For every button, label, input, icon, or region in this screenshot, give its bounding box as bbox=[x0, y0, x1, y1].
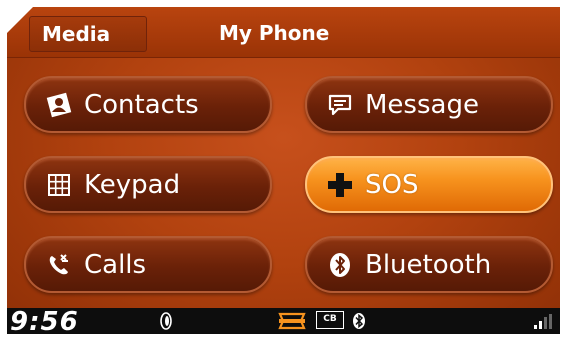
status-bar: 9:56 CB bbox=[7, 307, 560, 334]
contacts-icon bbox=[44, 90, 74, 120]
top-bar: Media My Phone bbox=[7, 7, 560, 58]
phone-screen: Media My Phone Contacts Message Keypad S… bbox=[7, 7, 560, 334]
calls-icon bbox=[44, 250, 74, 280]
sos-label: SOS bbox=[365, 169, 419, 200]
contacts-label: Contacts bbox=[84, 89, 199, 120]
bluetooth-button[interactable]: Bluetooth bbox=[305, 236, 553, 293]
signal-strength-icon bbox=[533, 314, 553, 330]
message-button[interactable]: Message bbox=[305, 76, 553, 133]
keypad-button[interactable]: Keypad bbox=[24, 156, 272, 213]
calls-button[interactable]: Calls bbox=[24, 236, 272, 293]
cb-label: CB bbox=[316, 311, 344, 329]
contacts-button[interactable]: Contacts bbox=[24, 76, 272, 133]
media-tab-label: Media bbox=[42, 22, 111, 46]
corner-decoration bbox=[0, 0, 40, 40]
cb-radio-icon: CB bbox=[316, 311, 344, 329]
clock: 9:56 bbox=[10, 307, 79, 334]
tire-icon bbox=[159, 312, 173, 330]
bluetooth-icon bbox=[325, 250, 355, 280]
keypad-label: Keypad bbox=[84, 169, 181, 200]
message-icon bbox=[325, 90, 355, 120]
message-label: Message bbox=[365, 89, 479, 120]
media-tab[interactable]: Media bbox=[29, 16, 147, 52]
brand-logo-icon bbox=[277, 311, 307, 331]
sos-button[interactable]: SOS bbox=[305, 156, 553, 213]
bluetooth-status-icon bbox=[352, 312, 366, 330]
sos-cross-icon bbox=[325, 170, 355, 200]
page-title: My Phone bbox=[219, 21, 330, 45]
bluetooth-label: Bluetooth bbox=[365, 249, 492, 280]
calls-label: Calls bbox=[84, 249, 147, 280]
keypad-icon bbox=[44, 170, 74, 200]
